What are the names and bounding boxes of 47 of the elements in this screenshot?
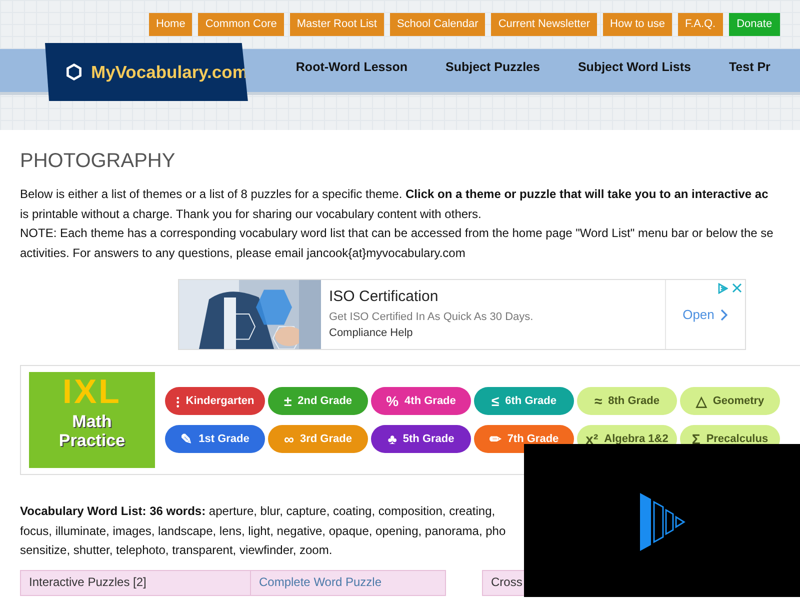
grade-button[interactable]: ✎ 1st Grade: [165, 425, 265, 453]
word-list-text: sensitize, shutter, telephoto, transparent, viewfinder, zoom.: [20, 542, 334, 559]
logo-caption: Math Practice: [58, 412, 126, 450]
grade-button[interactable]: △ Geometry: [680, 387, 780, 415]
intro-text: NOTE: Each theme has a corresponding vocabulary word list that can be accessed from the home page "Word List" menu bar or below the se: [20, 225, 774, 242]
menu-link[interactable]: Donate: [728, 13, 780, 36]
chevron-icon: [720, 308, 728, 320]
grade-button[interactable]: ≤ 6th Grade: [474, 387, 574, 415]
logo-text: IXL: [62, 372, 122, 412]
video-player-dialog[interactable]: [524, 444, 800, 597]
nav-link[interactable]: Subject Word Lists: [578, 60, 691, 74]
page-title: PHOTOGRAPHY: [20, 150, 176, 174]
play-logo-icon: [638, 493, 686, 551]
ad-banner[interactable]: ISO Certification Get ISO Certified In As Quick As 30 Days. Compliance Help Open: [178, 279, 746, 350]
word-list-text: Vocabulary Word List: 36 words: aperture, blur, capture, coating, composition, creating,: [20, 503, 496, 520]
intro-text: Below is either a list of themes or a list of 8 puzzles for a specific theme. Click on a theme or puzzle that will take you to an interactive ac: [20, 186, 770, 203]
play-icon[interactable]: [717, 283, 728, 294]
grade-button[interactable]: % 4th Grade: [371, 387, 471, 415]
ad-description: Get ISO Certified In As Quick As 30 Days.: [329, 311, 534, 323]
table-cell[interactable]: Complete Word Puzzle: [251, 570, 445, 594]
menu-link[interactable]: Home: [149, 13, 192, 36]
ad-title: ISO Certification: [329, 288, 440, 305]
intro-text: activities. For answers to any questions, please email jancook{at}myvocabulary.com: [20, 244, 466, 262]
grade-button[interactable]: ± 2nd Grade: [268, 387, 368, 415]
menu-link[interactable]: How to use: [603, 13, 672, 36]
nav-link[interactable]: Test Pr: [728, 60, 770, 74]
grade-button[interactable]: ≈ 8th Grade: [577, 387, 677, 415]
table-cell: Interactive Puzzles [2]: [21, 570, 251, 594]
open-link[interactable]: Open: [682, 307, 728, 322]
table-cell-text: Cross: [490, 574, 524, 590]
site-logo[interactable]: MyVocabulary.com: [45, 43, 248, 101]
grade-button[interactable]: ⁝ Kindergarten: [165, 387, 265, 415]
word-list-text: focus, illuminate, images, landscape, lens, light, negative, opaque, opening, panorama, pho: [20, 522, 507, 540]
nav-link[interactable]: Root-Word Lesson: [296, 60, 408, 74]
hexagon-icon: [65, 63, 83, 81]
grade-button[interactable]: ∞ 3rd Grade: [268, 425, 368, 453]
close-icon[interactable]: [732, 283, 742, 293]
menu-link[interactable]: School Calendar: [390, 13, 486, 36]
nav-link[interactable]: Subject Puzzles: [445, 60, 540, 74]
grade-button[interactable]: ♣ 5th Grade: [371, 425, 471, 453]
intro-text: is printable without a charge. Thank you for sharing our vocabulary content with others.: [20, 206, 482, 222]
logo-text: MyVocabulary.com: [91, 62, 248, 82]
menu-link[interactable]: Current Newsletter: [491, 13, 598, 36]
ad-advertiser: Compliance Help: [329, 327, 414, 339]
menu-link[interactable]: Common Core: [198, 13, 284, 36]
menu-link[interactable]: Master Root List: [290, 13, 384, 36]
menu-link[interactable]: F.A.Q.: [678, 13, 723, 36]
